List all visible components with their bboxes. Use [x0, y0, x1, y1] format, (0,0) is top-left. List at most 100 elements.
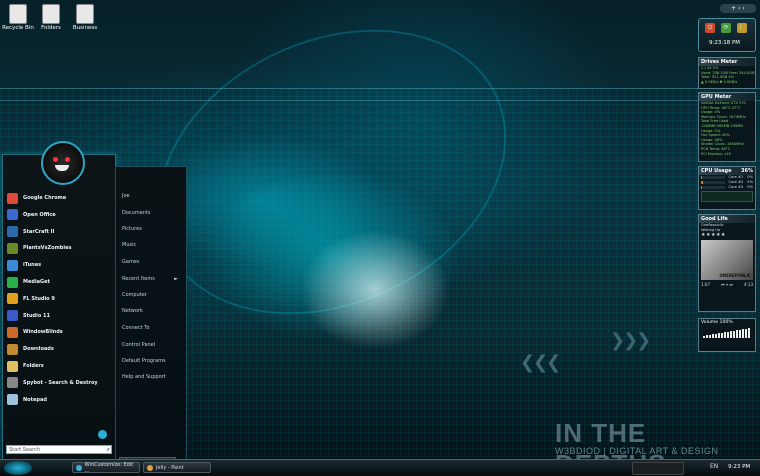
wallpaper-chevrons: ❯❯❯ [610, 330, 651, 351]
volume-level-bar[interactable] [733, 330, 735, 338]
start-link-item[interactable]: Joe [122, 193, 182, 199]
volume-level-bar[interactable] [742, 329, 744, 338]
taskbar-button[interactable]: WinCustomize: Edit ... [72, 462, 140, 474]
start-link-label: Recent Items [122, 276, 155, 282]
play-pause-icon[interactable]: ⏮ ⏸ ⏭ [721, 282, 733, 287]
desktop-icon-recycle-bin[interactable]: Recycle Bin [0, 2, 36, 31]
desktop-icon-label: Folders [41, 25, 61, 31]
start-menu-orb-icon[interactable] [98, 430, 107, 439]
cpu-usage-header: CPU Usage 36% [699, 167, 755, 175]
volume-level-bar[interactable] [718, 333, 720, 338]
track-title: Good Life [699, 215, 755, 223]
volume-level-bar[interactable] [721, 332, 723, 338]
cpu-core-label: Core #2 [728, 180, 744, 185]
start-link-label: Documents [122, 210, 151, 216]
start-menu-links-pane: Joe Documents Pictures Music Games Recent Ite… [115, 166, 187, 468]
cpu-core-fill [701, 176, 703, 179]
search-icon[interactable]: ⌕ [107, 446, 110, 454]
sleep-icon[interactable]: ☾ [737, 23, 747, 33]
program-item[interactable]: Folders [7, 359, 111, 373]
volume-level-bar[interactable] [724, 332, 726, 338]
gadget-stat-line: ▲ 0.0KB/s ▼ 0.0KB/s [701, 79, 738, 84]
program-label: PlantsVsZombies [23, 245, 72, 252]
start-search-input[interactable]: Start Search ⌕ [6, 445, 112, 454]
cpu-core-fill [701, 186, 703, 189]
program-icon [7, 242, 18, 254]
app-icon [147, 464, 153, 471]
program-item[interactable]: StarCraft II [7, 225, 111, 239]
volume-level-bar[interactable] [748, 328, 750, 338]
volume-level-bar[interactable] [730, 331, 732, 338]
restart-icon[interactable]: ⟳ [721, 23, 731, 33]
start-link-item[interactable]: Documents [122, 210, 182, 216]
desktop-icon-label: Business [72, 25, 98, 31]
program-label: Spybot - Search & Destroy [23, 379, 98, 386]
start-link-label: Games [122, 259, 140, 265]
program-item[interactable]: FL Studio 9 [7, 292, 111, 306]
volume-level-bar[interactable] [709, 334, 711, 338]
program-item[interactable]: iTunes [7, 258, 111, 272]
program-item[interactable]: Spybot - Search & Destroy [7, 376, 111, 390]
start-orb-button[interactable] [4, 461, 32, 475]
start-link-item[interactable]: Recent Items ► [122, 276, 182, 282]
cpu-core-fill [701, 181, 704, 184]
submenu-arrow-icon: ► [174, 276, 178, 282]
program-item[interactable]: MediaGet [7, 275, 111, 289]
volume-level-bar[interactable] [727, 331, 729, 338]
volume-level-bar[interactable] [706, 335, 708, 338]
cpu-core-row: Core #3 0% [699, 185, 755, 190]
language-indicator[interactable]: EN [710, 463, 718, 470]
program-icon [7, 343, 18, 355]
volume-level-bar[interactable] [745, 328, 747, 338]
program-icon [7, 226, 18, 238]
volume-level-bar[interactable] [739, 329, 741, 338]
start-link-item[interactable]: Computer [122, 292, 182, 298]
rating-stars[interactable]: ★★★★★ [699, 232, 755, 238]
program-label: Studio 11 [23, 312, 50, 319]
program-icon [7, 377, 18, 389]
volume-level-bar[interactable] [712, 334, 714, 338]
app-icon [76, 464, 82, 471]
start-link-item[interactable]: Music [122, 242, 182, 248]
start-link-item[interactable]: Help and Support [122, 374, 182, 380]
elapsed-time: 1:07 [701, 282, 710, 288]
cpu-core-label: Core #3 [728, 185, 744, 190]
start-link-label: Help and Support [122, 374, 166, 380]
cpu-core-label: Core #1 [728, 175, 744, 180]
program-item[interactable]: PlantsVsZombies [7, 241, 111, 255]
start-link-item[interactable]: Network [122, 308, 182, 314]
program-item[interactable]: Google Chrome [7, 191, 111, 205]
desktop-icon-folders[interactable]: Folders [33, 2, 69, 31]
program-item[interactable]: Downloads [7, 342, 111, 356]
program-item[interactable]: WindowBlinds [7, 325, 111, 339]
start-link-item[interactable]: Connect To [122, 325, 182, 331]
shutdown-icon[interactable]: ⏻ [705, 23, 715, 33]
program-icon [7, 394, 18, 406]
taskbar-button[interactable]: Jelly - Paint [143, 462, 211, 473]
start-link-label: Joe [122, 193, 130, 199]
wallpaper-chevrons: ❮❮❮ [520, 352, 561, 373]
album-art: ONEREPUBLIC [701, 240, 753, 281]
program-item[interactable]: Open Office [7, 208, 111, 222]
folder-icon [76, 4, 94, 24]
desktop-icon-business[interactable]: Business [67, 2, 103, 31]
program-item[interactable]: Studio 11 [7, 309, 111, 323]
media-tray-bar[interactable] [632, 462, 684, 475]
drives-meter-gadget: Drives Meter C:\ All 0% Used: 338.1GB Fre… [698, 57, 756, 89]
start-link-label: Network [122, 308, 143, 314]
sidebar-toolbar[interactable]: + ‹ › [720, 4, 756, 13]
start-link-item[interactable]: Control Panel [122, 342, 182, 348]
volume-bars[interactable] [699, 326, 755, 340]
start-link-item[interactable]: Default Programs [122, 358, 182, 364]
cpu-core-value: 0% [747, 175, 753, 180]
volume-level-bar[interactable] [715, 333, 717, 338]
program-icon [7, 192, 18, 204]
start-link-item[interactable]: Pictures [122, 226, 182, 232]
volume-level-bar[interactable] [703, 335, 705, 338]
program-item[interactable]: Notepad [7, 393, 111, 407]
start-link-item[interactable]: Games [122, 259, 182, 265]
taskbar-clock[interactable]: 9:23 PM [728, 464, 750, 470]
cpu-usage-gadget: CPU Usage 36% Core #1 0% Core #2 4% Core #3 0… [698, 166, 756, 210]
volume-level-bar[interactable] [736, 330, 738, 338]
cpu-history-graph [701, 191, 753, 202]
